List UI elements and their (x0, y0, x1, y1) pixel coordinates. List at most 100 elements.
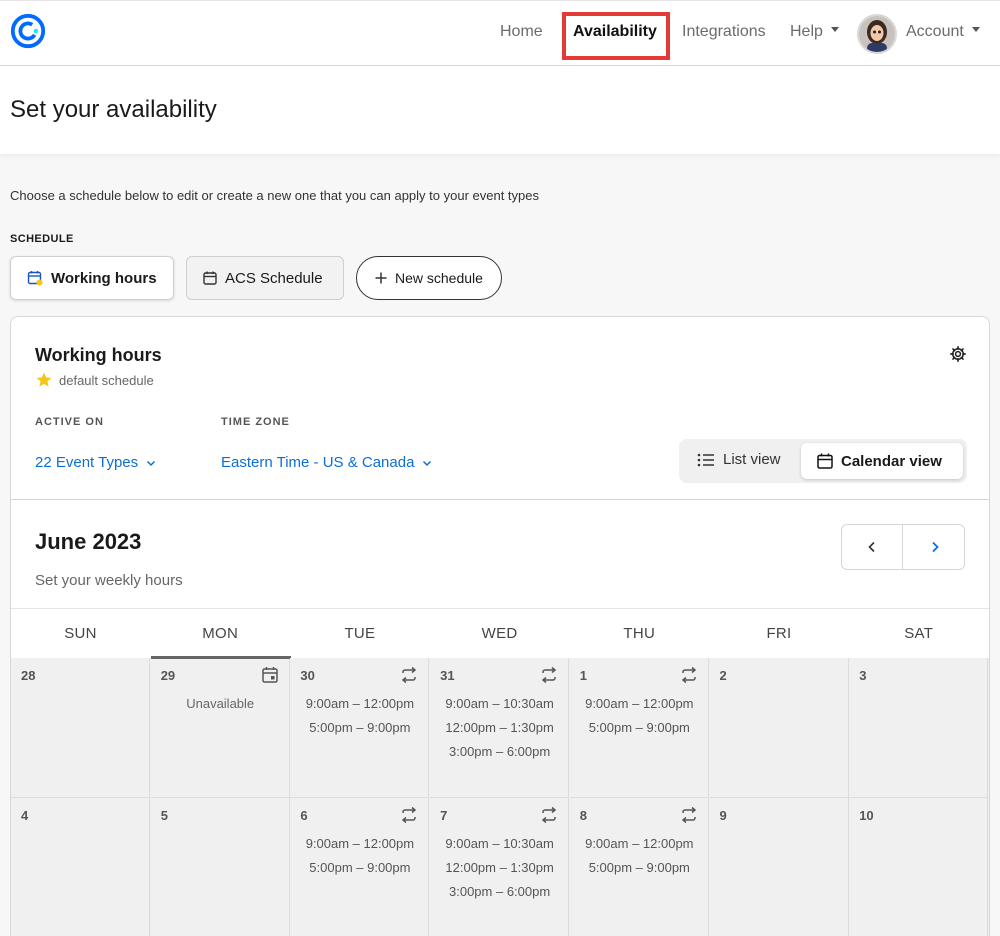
chevron-down-icon (423, 460, 432, 466)
nav-help[interactable]: Help (790, 23, 839, 41)
chevron-down-icon (147, 460, 156, 466)
month-title: June 2023 (35, 529, 142, 554)
calendar-day-cell[interactable]: 3 (849, 658, 989, 798)
weekday-thu: THU (623, 625, 656, 642)
new-schedule-button[interactable]: New schedule (356, 256, 502, 300)
calendar-edit-icon[interactable] (261, 666, 279, 684)
weekday-fri: FRI (766, 625, 792, 642)
time-slot: 12:00pm – 1:30pm (445, 860, 554, 875)
calendar-day-cell[interactable]: 10 (849, 798, 989, 936)
nav-account[interactable]: Account (906, 23, 980, 41)
calendar-grid: 28 29 Unavailable 30 9:00am – 12:00pm 5:00pm … (11, 656, 989, 936)
list-view-label: List view (723, 451, 781, 468)
nav-account-label: Account (906, 23, 964, 40)
top-navbar: Home Availability Integrations Help Acco… (0, 0, 1000, 66)
time-slots: 9:00am – 12:00pm 5:00pm – 9:00pm (570, 692, 709, 740)
month-subtitle: Set your weekly hours (35, 572, 183, 589)
caret-down-icon (971, 27, 980, 33)
day-number: 3 (859, 668, 867, 683)
nav-availability[interactable]: Availability (573, 23, 657, 41)
page-title: Set your availability (10, 96, 217, 123)
weekday-wed: WED (481, 625, 518, 642)
calendar-day-cell[interactable]: 28 (11, 658, 150, 798)
calendar-day-cell[interactable]: 9 (709, 798, 849, 936)
repeat-icon[interactable] (540, 666, 558, 684)
avatar[interactable] (857, 14, 897, 54)
chevron-right-icon (931, 541, 939, 553)
weekday-sun: SUN (64, 625, 97, 642)
list-icon (697, 453, 714, 466)
tab-working-hours-label: Working hours (51, 269, 157, 287)
prev-month-button[interactable] (842, 525, 903, 569)
schedule-label: SCHEDULE (10, 233, 74, 245)
day-number: 31 (440, 668, 455, 683)
calendar-day-cell[interactable]: 6 9:00am – 12:00pm 5:00pm – 9:00pm (290, 798, 430, 936)
weekday-sat: SAT (904, 625, 934, 642)
active-on-label: ACTIVE ON (35, 416, 104, 428)
day-number: 1 (579, 668, 588, 683)
tab-acs-schedule[interactable]: ACS Schedule (186, 256, 344, 300)
day-number: 30 (300, 668, 315, 683)
time-slots: 9:00am – 12:00pm 5:00pm – 9:00pm (290, 692, 429, 740)
calendar-day-cell[interactable]: 30 9:00am – 12:00pm 5:00pm – 9:00pm (290, 658, 430, 798)
day-number: 4 (21, 808, 29, 823)
repeat-icon[interactable] (680, 806, 698, 824)
chevron-left-icon (868, 541, 875, 553)
time-slot: 3:00pm – 6:00pm (449, 884, 551, 899)
repeat-icon[interactable] (400, 666, 418, 684)
calendar-day-cell[interactable]: 2 (709, 658, 849, 798)
weekday-header: SUN MON TUE WED THU FRI SAT (11, 608, 989, 658)
calendar-day-cell[interactable]: 31 9:00am – 10:30am 12:00pm – 1:30pm 3:00pm… (430, 658, 570, 798)
tab-acs-schedule-label: ACS Schedule (225, 269, 323, 287)
calendar-day-cell[interactable]: 8 9:00am – 12:00pm 5:00pm – 9:00pm (569, 798, 709, 936)
calendar-day-cell[interactable]: 7 9:00am – 10:30am 12:00pm – 1:30pm 3:00pm … (430, 798, 570, 936)
next-month-button[interactable] (904, 525, 965, 569)
time-slot: 9:00am – 12:00pm (585, 696, 694, 711)
day-number: 9 (719, 808, 727, 823)
time-slots: Unavailable (151, 692, 290, 716)
event-types-select[interactable]: 22 Event Types (35, 454, 156, 471)
time-zone-label: TIME ZONE (221, 416, 290, 428)
day-number: 8 (579, 808, 588, 823)
calendar-day-cell[interactable]: 29 Unavailable (150, 656, 291, 798)
star-icon (36, 372, 52, 387)
calendly-logo-icon[interactable] (9, 12, 47, 50)
calendar-day-cell[interactable]: 1 9:00am – 12:00pm 5:00pm – 9:00pm (569, 658, 709, 798)
calendar-day-cell[interactable]: 4 (11, 798, 150, 936)
day-number: 29 (160, 668, 176, 683)
calendar-icon (817, 453, 833, 469)
repeat-icon[interactable] (680, 666, 698, 684)
event-types-value: 22 Event Types (35, 454, 139, 471)
time-slot: 3:00pm – 6:00pm (449, 744, 551, 759)
time-slot: 5:00pm – 9:00pm (588, 860, 690, 875)
avatar-image (859, 16, 895, 52)
nav-help-label: Help (790, 23, 823, 40)
list-view-button[interactable]: List view (697, 451, 781, 468)
day-number: 7 (440, 808, 448, 823)
time-slots: 9:00am – 10:30am 12:00pm – 1:30pm 3:00pm –… (430, 692, 569, 764)
day-number: 6 (300, 808, 308, 823)
repeat-icon[interactable] (400, 806, 418, 824)
nav-integrations[interactable]: Integrations (682, 23, 766, 41)
calendar-view-button[interactable]: Calendar view (801, 443, 963, 479)
default-schedule-indicator: default schedule (35, 371, 154, 389)
time-zone-value: Eastern Time - US & Canada (221, 454, 415, 471)
nav-home[interactable]: Home (500, 23, 543, 41)
calendar-icon (203, 271, 217, 285)
tab-working-hours[interactable]: Working hours (10, 256, 174, 300)
time-slot: 9:00am – 12:00pm (585, 836, 694, 851)
today-indicator (150, 656, 291, 659)
time-slot: 9:00am – 12:00pm (305, 836, 415, 851)
repeat-icon[interactable] (540, 806, 558, 824)
day-number: 5 (160, 808, 168, 823)
calendar-day-cell[interactable]: 5 (150, 798, 290, 936)
gear-icon[interactable] (949, 345, 967, 363)
time-zone-select[interactable]: Eastern Time - US & Canada (221, 454, 432, 471)
calendar-star-icon (27, 271, 43, 286)
calendar-view-label: Calendar view (841, 452, 942, 470)
time-slot: 12:00pm – 1:30pm (445, 720, 554, 735)
time-slots: 9:00am – 12:00pm 5:00pm – 9:00pm (570, 832, 709, 880)
schedule-card: Working hours default schedule ACTIVE ON… (10, 316, 990, 936)
weekday-tue: TUE (344, 625, 376, 642)
time-slots: 9:00am – 10:30am 12:00pm – 1:30pm 3:00pm –… (430, 832, 569, 904)
